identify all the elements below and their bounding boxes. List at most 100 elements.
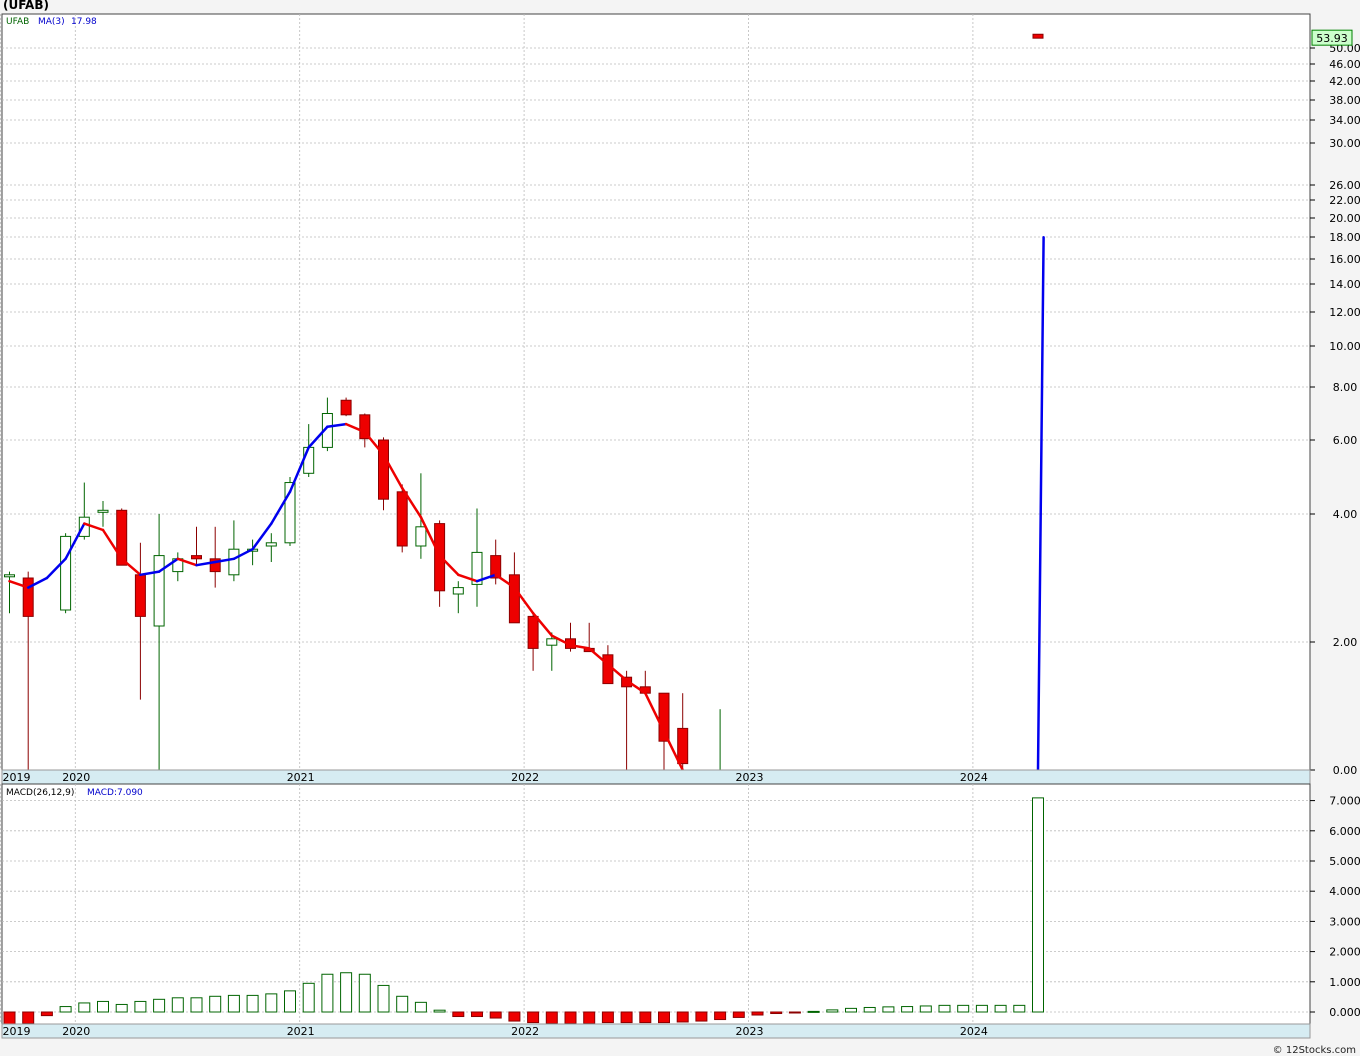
- macd-bar: [901, 1006, 914, 1013]
- price-plot-area: [1, 13, 1311, 771]
- price-tick-label: 10.00: [1329, 340, 1360, 353]
- macd-y-axis: 0.000 1.000 2.000 3.000 4.000 5.000 6.000 7.000: [1310, 795, 1360, 1019]
- price-tick-label: 26.00: [1329, 179, 1360, 192]
- macd-bar: [714, 1011, 727, 1021]
- price-panel: [1, 13, 1311, 771]
- macd-bar: [807, 1010, 820, 1013]
- macd-bar: [1013, 1004, 1026, 1013]
- macd-bar: [751, 1011, 764, 1016]
- candle-body: [265, 542, 277, 547]
- macd-plot-area: [1, 783, 1311, 1025]
- macd-bar: [788, 1011, 801, 1014]
- price-tick-label: 18.00: [1329, 231, 1360, 244]
- price-tick-label: 16.00: [1329, 253, 1360, 266]
- macd-tick-label: 6.000: [1329, 825, 1360, 838]
- year-label: 2020: [62, 771, 90, 784]
- year-label: 2019: [3, 1025, 31, 1038]
- macd-bar: [97, 1000, 109, 1013]
- macd-bar: [40, 1011, 53, 1017]
- macd-bar: [209, 995, 222, 1013]
- macd-tick-label: 3.000: [1329, 915, 1360, 928]
- macd-bar: [938, 1004, 951, 1013]
- macd-panel: [1, 783, 1311, 1025]
- macd-bar: [377, 984, 390, 1013]
- macd-bar: [882, 1006, 895, 1013]
- price-tick-label: 30.00: [1329, 137, 1360, 150]
- macd-bar: [676, 1011, 689, 1023]
- year-label: 2022: [511, 1025, 539, 1038]
- macd-legend-value: MACD:7.090: [87, 788, 143, 798]
- price-tick-label: 12.00: [1329, 306, 1360, 319]
- year-label: 2024: [960, 1025, 988, 1038]
- year-label: 2023: [736, 1025, 764, 1038]
- macd-tick-label: 2.000: [1329, 946, 1360, 959]
- macd-bar: [340, 972, 353, 1013]
- price-tick-label: 42.00: [1329, 75, 1360, 88]
- candle-body: [97, 509, 109, 513]
- macd-tick-label: 0.000: [1329, 1006, 1360, 1019]
- candle-body: [415, 526, 427, 547]
- macd-bar: [564, 1011, 577, 1024]
- macd-bar: [732, 1011, 745, 1018]
- year-label: 2021: [287, 1025, 315, 1038]
- macd-bar: [471, 1011, 483, 1018]
- macd-x-axis: 2019 2020 2021 2022 2023 2024: [1, 1023, 1311, 1039]
- macd-bar: [863, 1006, 876, 1013]
- price-legend-symbol: UFAB: [6, 17, 29, 27]
- price-tick-label: 0.00: [1333, 764, 1358, 777]
- candle-body: [78, 516, 90, 537]
- candle-body: [508, 574, 520, 624]
- macd-bar: [527, 1011, 540, 1024]
- candle-body: [4, 574, 15, 578]
- price-tick-label: 8.00: [1333, 381, 1358, 394]
- price-legend-ma-label: MA(3): [38, 17, 65, 27]
- macd-bar: [227, 994, 240, 1013]
- macd-bar: [78, 1002, 91, 1013]
- macd-bar: [658, 1011, 670, 1024]
- macd-bar: [396, 995, 409, 1013]
- price-tick-label: 38.00: [1329, 94, 1360, 107]
- macd-legend-label: MACD(26,12,9): [6, 788, 74, 798]
- candle-body: [191, 555, 202, 560]
- price-tick-label: 14.00: [1329, 278, 1360, 291]
- macd-bar: [265, 993, 278, 1013]
- candle-body: [602, 654, 614, 685]
- macd-x-strip: [1, 1023, 1311, 1039]
- price-tick-label: 34.00: [1329, 114, 1360, 127]
- year-label: 2024: [960, 771, 988, 784]
- macd-bar: [975, 1004, 988, 1013]
- candle-body: [452, 587, 464, 595]
- year-label: 2021: [287, 771, 315, 784]
- macd-bar: [1032, 797, 1044, 1013]
- year-label: 2019: [3, 771, 31, 784]
- macd-tick-label: 4.000: [1329, 885, 1360, 898]
- price-x-axis: 2019 2020 2021 2022 2023 2024: [1, 769, 1311, 785]
- price-tick-label: 46.00: [1329, 58, 1360, 71]
- candle-body: [1032, 33, 1044, 39]
- macd-bar: [826, 1009, 839, 1013]
- copyright-footer: © 12Stocks.com: [1272, 1045, 1356, 1056]
- macd-bar: [3, 1011, 16, 1026]
- candle-body: [396, 491, 408, 547]
- macd-bar: [414, 1001, 427, 1013]
- macd-bar: [59, 1006, 72, 1013]
- price-y-axis: 0.00 2.00 4.00 6.00 8.00 10.00 12.00 14.00 16.00…: [1310, 29, 1360, 777]
- price-tick-label: 6.00: [1333, 434, 1358, 447]
- macd-bar: [302, 982, 315, 1013]
- macd-bar: [321, 973, 334, 1013]
- price-legend-ma-value: 17.98: [71, 17, 97, 27]
- price-tick-label: 22.00: [1329, 194, 1360, 207]
- macd-bar: [620, 1011, 633, 1024]
- macd-bar: [639, 1011, 652, 1024]
- macd-bar: [115, 1003, 128, 1013]
- macd-bar: [22, 1011, 35, 1024]
- macd-bar: [489, 1011, 502, 1019]
- macd-bar: [358, 973, 371, 1013]
- candle-body: [546, 638, 558, 646]
- price-tick-label: 2.00: [1333, 636, 1358, 649]
- macd-tick-label: 5.000: [1329, 855, 1360, 868]
- year-label: 2022: [511, 771, 539, 784]
- candle-body: [153, 555, 165, 627]
- last-price-label: 53.93: [1316, 32, 1348, 45]
- macd-bar: [433, 1009, 446, 1013]
